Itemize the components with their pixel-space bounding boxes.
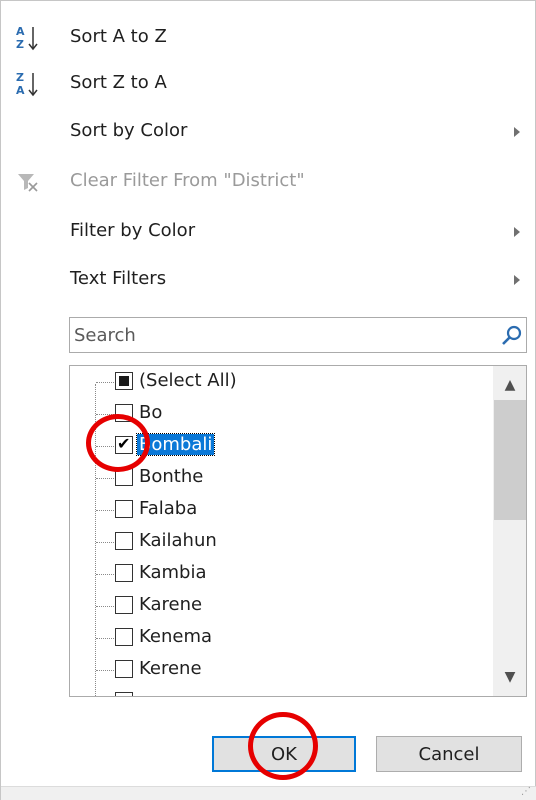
list-item[interactable]: Bo	[70, 398, 490, 430]
svg-text:Z: Z	[16, 71, 24, 84]
list-item-label: Bo	[139, 402, 163, 423]
filter-values-list[interactable]: (Select All) Bo Bombali Bonthe Falaba Ka…	[69, 365, 527, 697]
list-item-select-all[interactable]: (Select All)	[70, 366, 490, 398]
checkbox[interactable]	[115, 500, 133, 518]
text-filters-label: Text Filters	[70, 268, 167, 289]
list-item[interactable]: Kambia	[70, 558, 490, 590]
clear-filter-icon	[15, 168, 41, 196]
checkbox[interactable]	[115, 404, 133, 422]
checkbox[interactable]	[115, 628, 133, 646]
checkbox[interactable]	[115, 596, 133, 614]
filter-dropdown-panel: A Z Sort A to Z Z A Sort Z to A Sort by …	[0, 0, 536, 800]
list-item-label: Bonthe	[139, 466, 204, 487]
list-item-label: Kenema	[139, 626, 213, 647]
tree-branch	[96, 382, 114, 383]
sort-a-to-z-item[interactable]: A Z Sort A to Z	[1, 15, 535, 61]
list-item-partial[interactable]	[70, 686, 490, 696]
tree-branch	[96, 574, 114, 575]
sort-a-to-z-label: Sort A to Z	[70, 26, 167, 47]
checkbox[interactable]	[115, 468, 133, 486]
clear-filter-item: Clear Filter From "District"	[1, 159, 535, 205]
scroll-thumb[interactable]	[494, 400, 526, 520]
tree-branch	[96, 414, 114, 415]
tree-branch	[96, 606, 114, 607]
svg-text:A: A	[16, 84, 25, 97]
checkbox[interactable]	[115, 372, 133, 390]
tree-branch	[96, 510, 114, 511]
checkbox[interactable]	[115, 692, 133, 696]
checkbox[interactable]	[115, 660, 133, 678]
sort-z-to-a-label: Sort Z to A	[70, 72, 167, 93]
sort-z-to-a-icon: Z A	[15, 70, 41, 98]
svg-text:A: A	[16, 25, 25, 38]
text-filters-item[interactable]: Text Filters	[1, 257, 535, 303]
ok-button[interactable]: OK	[212, 736, 356, 772]
status-strip	[1, 786, 536, 800]
list-item[interactable]: Bombali	[70, 430, 490, 462]
filter-by-color-item[interactable]: Filter by Color	[1, 209, 535, 255]
checkbox[interactable]	[115, 434, 133, 454]
svg-text:Z: Z	[16, 38, 24, 51]
filter-by-color-label: Filter by Color	[70, 220, 196, 241]
list-item[interactable]: Falaba	[70, 494, 490, 526]
list-item-label: (Select All)	[139, 370, 237, 391]
cancel-button[interactable]: Cancel	[376, 736, 522, 772]
search-input[interactable]	[72, 320, 486, 350]
submenu-arrow-icon	[514, 227, 520, 237]
vertical-scrollbar[interactable]: ▲ ▼	[493, 366, 526, 696]
list-item[interactable]: Kerene	[70, 654, 490, 686]
checkbox[interactable]	[115, 564, 133, 582]
list-item[interactable]: Kenema	[70, 622, 490, 654]
sort-by-color-label: Sort by Color	[70, 120, 188, 141]
list-item-label: Falaba	[139, 498, 198, 519]
list-item-label: Bombali	[135, 433, 216, 456]
tree-branch	[96, 670, 114, 671]
tree-branch	[96, 446, 114, 447]
list-item-label: Kerene	[139, 658, 202, 679]
resize-grip-icon[interactable]: ⋰	[521, 786, 531, 797]
tree-branch	[96, 542, 114, 543]
search-box	[69, 317, 527, 353]
scroll-up-icon[interactable]: ▲	[499, 374, 521, 396]
list-item[interactable]: Kailahun	[70, 526, 490, 558]
list-item-label: Karene	[139, 594, 203, 615]
sort-a-to-z-icon: A Z	[15, 24, 41, 52]
scroll-down-icon[interactable]: ▼	[499, 666, 521, 688]
sort-by-color-item[interactable]: Sort by Color	[1, 109, 535, 155]
checkbox[interactable]	[115, 532, 133, 550]
list-item-label: Kambia	[139, 562, 207, 583]
list-item-label: Kailahun	[139, 530, 217, 551]
search-icon[interactable]	[500, 324, 524, 348]
clear-filter-label: Clear Filter From "District"	[70, 170, 305, 191]
list-item[interactable]: Bonthe	[70, 462, 490, 494]
submenu-arrow-icon	[514, 127, 520, 137]
submenu-arrow-icon	[514, 275, 520, 285]
list-item[interactable]: Karene	[70, 590, 490, 622]
tree-branch	[96, 638, 114, 639]
tree-branch	[96, 478, 114, 479]
sort-z-to-a-item[interactable]: Z A Sort Z to A	[1, 61, 535, 107]
